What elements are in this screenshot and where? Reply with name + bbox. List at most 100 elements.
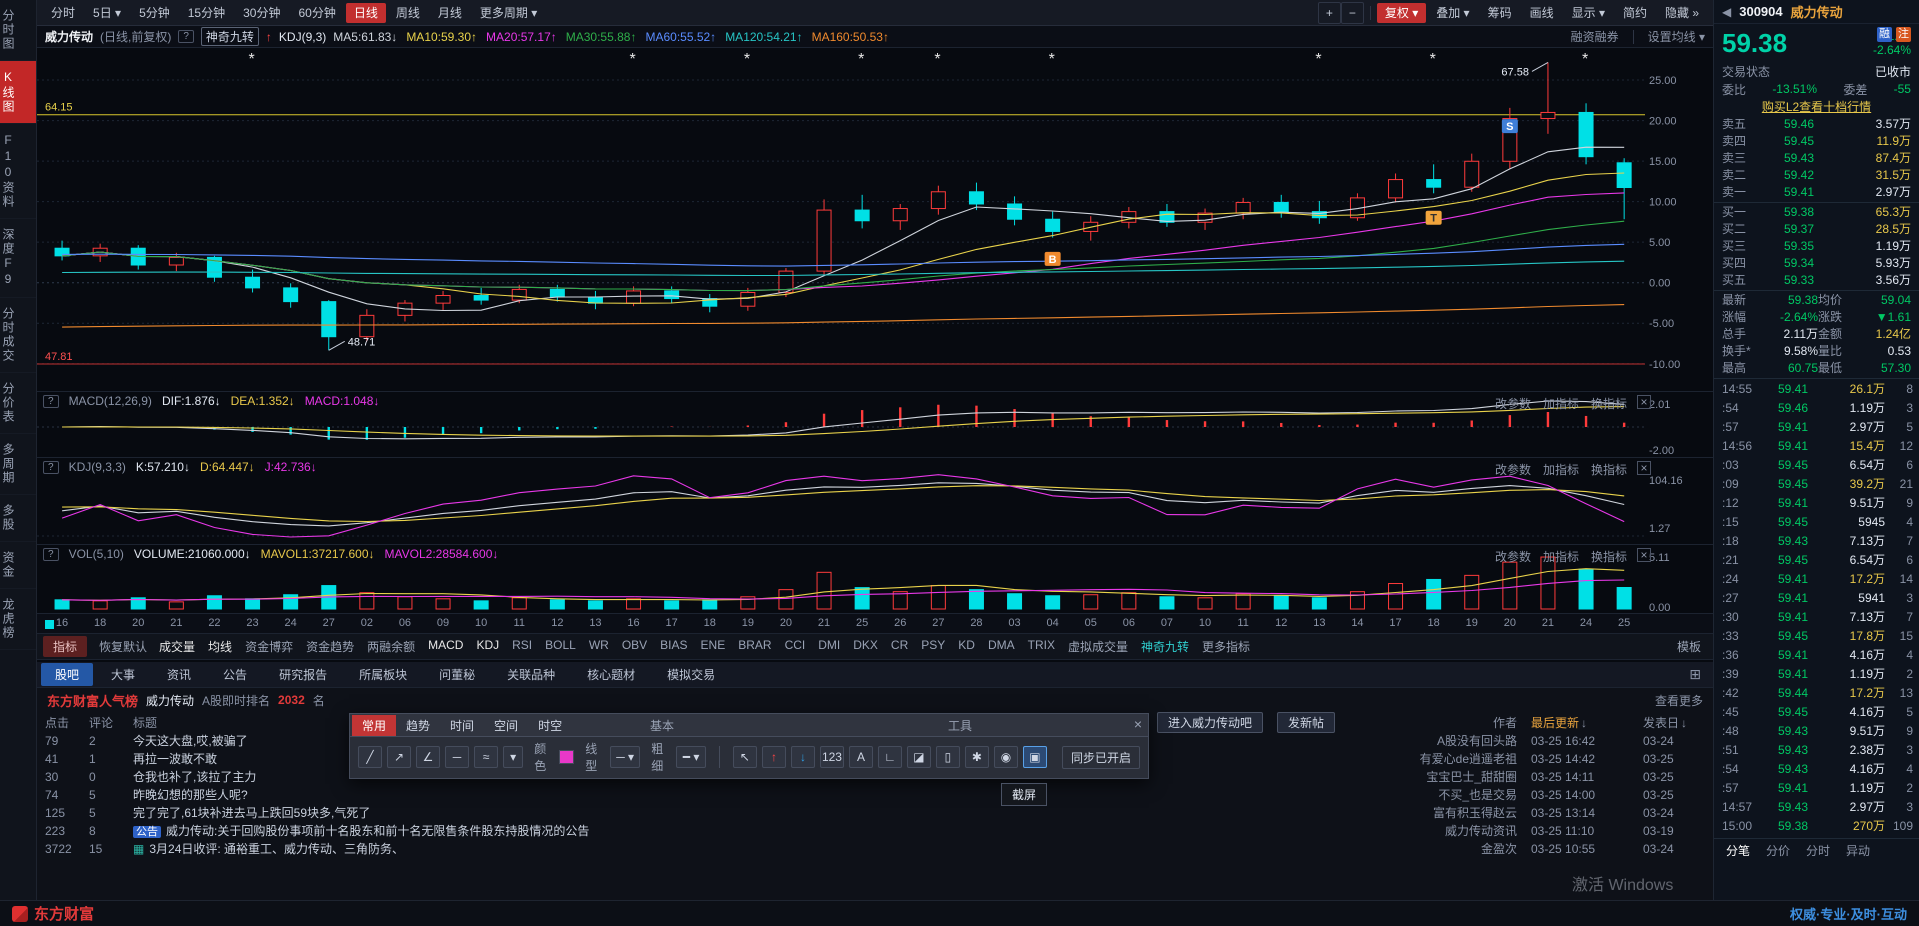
content-tab-0[interactable]: 股吧 <box>41 663 94 686</box>
forum-post-title[interactable]: 完了完了,61块补进去马上跌回59块多,气死了 <box>133 804 1371 822</box>
mark-up-tool[interactable]: ↑ <box>761 746 786 768</box>
sidebar-item-3[interactable]: 深度F9 <box>0 219 36 298</box>
measure-tool[interactable]: ∟ <box>877 746 902 768</box>
forum-row[interactable]: 74 5 昨晚幻想的那些人呢? 不买_也是交易 03-25 14:00 03-25 <box>45 786 1705 804</box>
period-button-9[interactable]: 更多周期 ▾ <box>472 3 545 23</box>
indicator-item-2[interactable]: 资金博弈 <box>245 638 293 655</box>
indicator-item-14[interactable]: CCI <box>785 638 806 655</box>
l2-purchase-link[interactable]: 购买L2查看十档行情 <box>1714 98 1919 116</box>
candlestick-panel[interactable]: 25.00 20.00 15.00 10.00 5.00 0.00 -5.00 -10.00 6… <box>37 48 1713 392</box>
clear-all-tool[interactable]: ▯ <box>935 746 960 768</box>
period-button-5[interactable]: 60分钟 <box>290 3 343 23</box>
period-button-0[interactable]: 分时 <box>43 3 83 23</box>
content-tab-5[interactable]: 所属板块 <box>345 663 421 686</box>
indicator-item-0[interactable]: 成交量 <box>159 638 195 655</box>
forum-author[interactable]: 不买_也是交易 <box>1371 786 1531 804</box>
indicator-item-19[interactable]: KD <box>958 638 975 655</box>
chart-action-button-2[interactable]: 筹码 <box>1480 3 1520 23</box>
content-tab-9[interactable]: 模拟交易 <box>653 663 729 686</box>
indicator-item-11[interactable]: BIAS <box>660 638 687 655</box>
indicator-item-8[interactable]: BOLL <box>545 638 576 655</box>
help-icon[interactable]: ? <box>43 394 59 408</box>
mark-down-tool[interactable]: ↓ <box>790 746 815 768</box>
collapse-panel-icon[interactable]: ◀ <box>1722 5 1731 19</box>
forum-author[interactable]: A股没有回头路 <box>1371 732 1531 750</box>
segment-tool[interactable]: ╱ <box>358 746 382 768</box>
period-button-8[interactable]: 月线 <box>430 3 470 23</box>
change-params-button[interactable]: 改参数 <box>1495 395 1531 412</box>
close-panel-icon[interactable]: × <box>1637 461 1651 475</box>
main-chart-svg[interactable]: 25.00 20.00 15.00 10.00 5.00 0.00 -5.00 -10.00 6… <box>37 48 1713 392</box>
change-params-button[interactable]: 改参数 <box>1495 548 1531 565</box>
sort-posted-button[interactable]: 发表日 ↓ <box>1643 714 1705 731</box>
sidebar-item-6[interactable]: 多周期 <box>0 434 36 495</box>
sidebar-item-0[interactable]: 分时图 <box>0 0 36 61</box>
macd-panel[interactable]: ? MACD(12,26,9) DIF:1.876↓ DEA:1.352↓ MA… <box>37 392 1713 458</box>
number-mark-tool[interactable]: 123 <box>819 746 844 768</box>
change-params-button[interactable]: 改参数 <box>1495 461 1531 478</box>
indicator-item-4[interactable]: 两融余额 <box>367 638 415 655</box>
sidebar-item-5[interactable]: 分价表 <box>0 373 36 434</box>
chart-action-button-1[interactable]: 叠加 ▾ <box>1428 3 1477 23</box>
add-indicator-button[interactable]: 加指标 <box>1543 548 1579 565</box>
switch-indicator-button[interactable]: 换指标 <box>1591 395 1627 412</box>
eraser-tool[interactable]: ◪ <box>906 746 931 768</box>
close-panel-icon[interactable]: × <box>1637 548 1651 562</box>
sidebar-item-8[interactable]: 资金 <box>0 542 36 589</box>
content-tab-4[interactable]: 研究报告 <box>265 663 341 686</box>
quote-tab-2[interactable]: 分时 <box>1806 842 1830 859</box>
indicator-item-21[interactable]: TRIX <box>1028 638 1055 655</box>
draw-tab-1[interactable]: 趋势 <box>396 715 440 736</box>
add-indicator-button[interactable]: 加指标 <box>1543 395 1579 412</box>
color-swatch[interactable] <box>559 750 575 764</box>
quote-tab-1[interactable]: 分价 <box>1766 842 1790 859</box>
sidebar-item-1[interactable]: K线图 <box>0 61 36 124</box>
volume-panel[interactable]: ? VOL(5,10) VOLUME:21060.000↓ MAVOL1:372… <box>37 545 1713 614</box>
close-icon[interactable]: × <box>1134 716 1142 732</box>
indicator-item-1[interactable]: 均线 <box>208 638 232 655</box>
line-weight-dropdown[interactable]: ━ ▾ <box>676 746 707 768</box>
indicator-item-9[interactable]: WR <box>589 638 609 655</box>
period-button-1[interactable]: 5日 ▾ <box>85 3 129 23</box>
chart-action-button-5[interactable]: 简约 <box>1615 3 1655 23</box>
sidebar-item-9[interactable]: 龙虎榜 <box>0 589 36 650</box>
settings-tool[interactable]: ✱ <box>964 746 989 768</box>
more-lines-dropdown[interactable]: ▾ <box>503 746 524 768</box>
chart-action-button-3[interactable]: 画线 <box>1522 3 1562 23</box>
zoom-out-button[interactable]: − <box>1340 1 1364 24</box>
add-indicator-button[interactable]: 加指标 <box>1543 461 1579 478</box>
help-icon[interactable]: ? <box>43 547 59 561</box>
kdj-panel[interactable]: ? KDJ(9,3,3) K:57.210↓ D:64.447↓ J:42.73… <box>37 458 1713 545</box>
quote-tab-0[interactable]: 分笔 <box>1726 842 1750 859</box>
period-button-7[interactable]: 周线 <box>388 3 428 23</box>
date-range-marker[interactable] <box>45 620 54 629</box>
magic-nine-badge[interactable]: 神奇九转 <box>200 27 259 46</box>
kdj-params[interactable]: KDJ(9,3,3) <box>69 460 126 474</box>
sync-toggle[interactable]: 同步已开启 <box>1061 745 1140 769</box>
template-button[interactable]: 模板 <box>1677 638 1707 655</box>
indicator-item-3[interactable]: 资金趋势 <box>306 638 354 655</box>
indicator-item-7[interactable]: RSI <box>512 638 532 655</box>
indicator-item-24[interactable]: 更多指标 <box>1202 638 1250 655</box>
chart-action-button-0[interactable]: 复权 ▾ <box>1376 2 1427 23</box>
indicator-item-20[interactable]: DMA <box>988 638 1015 655</box>
draw-tab-0[interactable]: 常用 <box>352 714 397 736</box>
forum-author[interactable]: 富有积玉得赵云 <box>1371 804 1531 822</box>
indicator-item-13[interactable]: BRAR <box>738 638 771 655</box>
switch-indicator-button[interactable]: 换指标 <box>1591 461 1627 478</box>
draw-tab-3[interactable]: 空间 <box>484 715 528 736</box>
forum-author[interactable]: 威力传动资讯 <box>1371 822 1531 840</box>
indicator-tab[interactable]: 指标 <box>43 636 88 657</box>
forum-author[interactable]: 金盈次 <box>1371 840 1531 858</box>
forum-post-title[interactable]: 昨晚幻想的那些人呢? <box>133 786 1371 804</box>
period-button-6[interactable]: 日线 <box>345 2 386 23</box>
period-button-3[interactable]: 15分钟 <box>180 3 233 23</box>
forum-post-title[interactable]: 公告 威力传动:关于回购股份事项前十名股东和前十名无限售条件股东持股情况的公告 <box>133 822 1371 840</box>
content-tab-6[interactable]: 问董秘 <box>425 663 489 686</box>
forum-row[interactable]: 223 8 公告 威力传动:关于回购股份事项前十名股东和前十名无限售条件股东持股情况的… <box>45 822 1705 840</box>
sort-updated-button[interactable]: 最后更新 ↓ <box>1531 714 1643 731</box>
indicator-item-17[interactable]: CR <box>891 638 908 655</box>
sidebar-item-4[interactable]: 分时成交 <box>0 298 36 373</box>
new-post-button[interactable]: 发新帖 <box>1277 711 1336 733</box>
sidebar-item-7[interactable]: 多股 <box>0 495 36 542</box>
